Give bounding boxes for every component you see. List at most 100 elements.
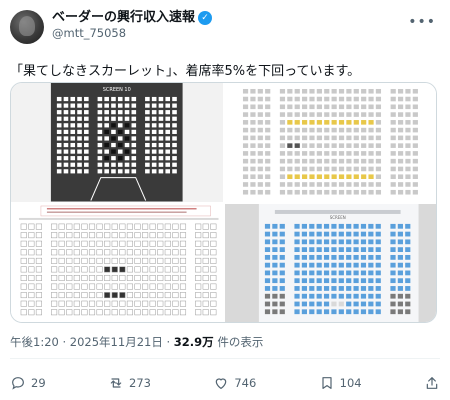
- seat: [308, 182, 315, 187]
- seat: [338, 231, 344, 236]
- reply-button[interactable]: 29: [10, 375, 46, 391]
- seat: [301, 277, 307, 283]
- seat: [338, 270, 344, 275]
- seat: [88, 283, 96, 289]
- seat: [117, 116, 123, 121]
- seat: [179, 283, 187, 289]
- seat: [308, 231, 314, 236]
- seat: [345, 231, 351, 236]
- seat: [151, 142, 157, 148]
- seat: [88, 300, 96, 307]
- seat: [142, 274, 149, 281]
- display-name[interactable]: ベーダーの興行収入速報: [52, 10, 195, 26]
- seat: [367, 277, 373, 283]
- share-button[interactable]: [424, 375, 440, 391]
- seat: [316, 254, 322, 260]
- seat: [172, 274, 179, 281]
- seat: [104, 142, 109, 148]
- seat: [375, 182, 381, 187]
- seat: [294, 127, 300, 133]
- seat: [323, 174, 329, 179]
- seat: [404, 151, 411, 156]
- seat: [308, 270, 314, 275]
- seat: [301, 112, 307, 117]
- seat: [330, 254, 337, 260]
- seat: [131, 103, 137, 108]
- seat: [165, 142, 171, 148]
- seat: [126, 231, 133, 238]
- seat: [35, 240, 42, 247]
- seat: [301, 308, 307, 314]
- seat: [331, 96, 337, 102]
- seat: [149, 257, 156, 264]
- bookmark-button[interactable]: 104: [319, 375, 362, 391]
- seat: [345, 135, 352, 141]
- seat: [412, 135, 418, 141]
- post-card[interactable]: ベーダーの興行収入速報 ✓ @mtt_75058 ••• 「果てしなきスカーレッ…: [0, 0, 450, 400]
- timestamp[interactable]: 午後1:20 · 2025年11月21日 ·: [10, 335, 174, 349]
- seat: [117, 129, 123, 134]
- seat: [338, 246, 344, 252]
- seat: [157, 257, 164, 264]
- seat: [264, 301, 270, 306]
- seat: [286, 151, 292, 156]
- seat: [70, 103, 76, 108]
- seat: [367, 238, 373, 244]
- seat: [66, 300, 73, 307]
- seat: [70, 96, 76, 102]
- seat-map-image-4[interactable]: SCREEN: [224, 203, 436, 322]
- seat: [97, 123, 103, 128]
- seat-map-image-3[interactable]: [11, 203, 223, 322]
- seat: [202, 240, 209, 247]
- seat: [179, 240, 187, 247]
- seat: [367, 158, 374, 164]
- seat: [316, 308, 322, 314]
- seat: [126, 223, 133, 230]
- media-grid[interactable]: SCREEN 10 SCREEN: [10, 82, 437, 323]
- seat: [88, 240, 96, 247]
- repost-count: 273: [129, 376, 151, 390]
- seat: [301, 88, 307, 94]
- seat: [389, 262, 396, 268]
- seat: [271, 231, 277, 236]
- seat: [316, 246, 322, 252]
- seat: [316, 277, 322, 283]
- seat: [77, 136, 82, 141]
- seat: [58, 300, 65, 307]
- seat: [131, 169, 137, 174]
- avatar[interactable]: [10, 10, 44, 44]
- seat: [104, 103, 109, 108]
- seat: [330, 308, 337, 314]
- seat: [104, 257, 111, 264]
- like-button[interactable]: 746: [213, 375, 256, 391]
- seat: [164, 274, 171, 281]
- seat: [264, 135, 270, 141]
- seat: [104, 136, 109, 141]
- author-handle[interactable]: @mtt_75058: [52, 26, 212, 41]
- seat: [264, 182, 270, 187]
- seat: [124, 169, 130, 174]
- seat: [145, 129, 150, 134]
- seat: [202, 300, 209, 307]
- seat: [404, 254, 410, 260]
- seat: [66, 231, 73, 238]
- seat: [323, 96, 329, 102]
- seat: [142, 265, 149, 272]
- seat: [96, 265, 103, 272]
- seat: [360, 88, 366, 94]
- seat: [111, 103, 116, 108]
- seat: [56, 116, 62, 121]
- seat-map-image-1[interactable]: SCREEN 10: [11, 83, 223, 202]
- seat: [111, 265, 118, 272]
- seat: [345, 120, 352, 125]
- seat: [264, 285, 270, 291]
- seat: [134, 248, 141, 255]
- seat: [404, 308, 410, 314]
- seat-map-image-2[interactable]: [224, 83, 436, 202]
- seat: [390, 112, 396, 117]
- seat: [119, 240, 126, 247]
- repost-button[interactable]: 273: [108, 375, 151, 391]
- seat: [149, 265, 156, 272]
- more-options-icon[interactable]: •••: [408, 14, 436, 30]
- seat: [149, 300, 156, 307]
